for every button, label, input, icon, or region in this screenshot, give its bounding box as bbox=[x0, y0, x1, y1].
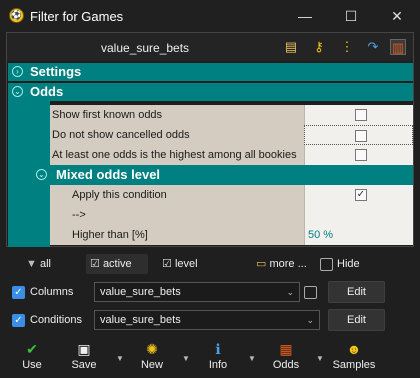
info-dropdown-arrow[interactable]: ▼ bbox=[248, 354, 256, 363]
filter-bar: ▼ all ☑ active ☑ level ▭ more ... Hide bbox=[6, 252, 414, 276]
panel-toolbar: value_sure_bets ▤ ⚷ ⋮ ↷ ▥ bbox=[7, 33, 413, 61]
maximize-button[interactable]: ☐ bbox=[328, 0, 374, 32]
level-icon: ☑ bbox=[162, 258, 172, 270]
conditions-edit-button[interactable]: Edit bbox=[328, 309, 385, 331]
columns-row: ✓ Columns value_sure_bets ⌄ Edit bbox=[6, 280, 414, 306]
columns-select[interactable]: value_sure_bets ⌄ bbox=[94, 282, 300, 302]
tree-icon[interactable]: ⋮ bbox=[339, 39, 355, 55]
apply-condition-checkbox[interactable]: ✓ bbox=[355, 189, 367, 201]
save-dropdown-arrow[interactable]: ▼ bbox=[116, 354, 124, 363]
filter-name: value_sure_bets bbox=[101, 41, 190, 55]
odds-dropdown-arrow[interactable]: ▼ bbox=[316, 354, 324, 363]
conditions-row: ✓ Conditions value_sure_bets ⌄ Edit bbox=[6, 308, 414, 334]
conditions-select[interactable]: value_sure_bets ⌄ bbox=[94, 310, 320, 330]
columns-label: Columns bbox=[30, 286, 74, 298]
option-checkbox[interactable] bbox=[355, 130, 367, 142]
columns-checkbox[interactable]: ✓ bbox=[12, 286, 25, 299]
mixed-row[interactable]: Higher than [%] 50 % bbox=[50, 225, 413, 245]
odds-button[interactable]: ▦ Odds bbox=[262, 340, 310, 376]
category-settings[interactable]: › Settings bbox=[8, 63, 413, 81]
mixed-row[interactable]: Apply this condition ✓ bbox=[50, 185, 413, 205]
collapse-icon[interactable]: ⌄ bbox=[12, 86, 23, 97]
minimize-button[interactable]: — bbox=[282, 0, 328, 32]
higher-than-value[interactable]: 50 % bbox=[305, 229, 333, 241]
folder-icon[interactable]: ▤ bbox=[283, 39, 299, 55]
filter-level[interactable]: ☑ level bbox=[162, 254, 222, 274]
expand-icon[interactable]: › bbox=[12, 66, 23, 77]
settings-tree: › Settings ⌄ Odds Show first known odds … bbox=[8, 63, 413, 247]
filter-active[interactable]: ☑ active bbox=[86, 254, 148, 274]
mixed-row[interactable]: --> bbox=[50, 205, 413, 225]
samples-button[interactable]: ☻ Samples bbox=[328, 340, 380, 376]
sun-icon: ✺ bbox=[146, 341, 158, 357]
close-button[interactable]: ✕ bbox=[374, 0, 420, 32]
category-odds[interactable]: ⌄ Odds bbox=[8, 83, 413, 101]
more-icon: ▭ bbox=[256, 258, 267, 270]
columns-edit-button[interactable]: Edit bbox=[328, 281, 385, 303]
title-bar: ⚽ Filter for Games — ☐ ✕ bbox=[0, 0, 420, 32]
save-button[interactable]: ▣ Save bbox=[60, 340, 108, 376]
category-mixed-odds-level[interactable]: ⌄ Mixed odds level bbox=[32, 165, 413, 185]
checkmark-icon: ☑ bbox=[90, 258, 100, 270]
filter-more[interactable]: ▭ more ... bbox=[256, 254, 318, 274]
app-icon: ⚽ bbox=[9, 8, 24, 23]
columns-view-icon[interactable]: ▥ bbox=[390, 39, 406, 55]
new-button[interactable]: ✺ New bbox=[128, 340, 176, 376]
filter-panel: value_sure_bets ▤ ⚷ ⋮ ↷ ▥ › Settings ⌄ O… bbox=[6, 32, 414, 247]
hide-label: Hide bbox=[337, 258, 360, 270]
window-title: Filter for Games bbox=[30, 9, 124, 24]
use-button[interactable]: ✔ Use bbox=[8, 340, 56, 376]
odds-row[interactable]: At least one odds is the highest among a… bbox=[50, 145, 413, 165]
odds-row[interactable]: Show first known odds bbox=[50, 105, 413, 125]
chevron-down-icon: ⌄ bbox=[306, 315, 314, 325]
info-button[interactable]: ℹ Info bbox=[194, 340, 242, 376]
collapse-icon[interactable]: ⌄ bbox=[36, 169, 47, 180]
samples-icon: ☻ bbox=[346, 341, 362, 357]
bottom-toolbar: ✔ Use ▣ Save ▼ ✺ New ▼ ℹ Info ▼ ▦ Odds ▼… bbox=[6, 340, 414, 376]
conditions-checkbox[interactable]: ✓ bbox=[12, 314, 25, 327]
funnel-icon: ▼ bbox=[26, 258, 37, 270]
odds-icon: ▦ bbox=[279, 341, 293, 357]
info-icon: ℹ bbox=[215, 341, 221, 357]
hide-checkbox[interactable] bbox=[320, 258, 333, 271]
key-icon[interactable]: ⚷ bbox=[311, 39, 327, 55]
refresh-icon[interactable]: ↷ bbox=[365, 39, 381, 55]
check-icon: ✔ bbox=[26, 341, 38, 357]
conditions-label: Conditions bbox=[30, 314, 82, 326]
filter-all[interactable]: ▼ all bbox=[26, 254, 76, 274]
option-checkbox[interactable] bbox=[355, 109, 367, 121]
new-dropdown-arrow[interactable]: ▼ bbox=[182, 354, 190, 363]
odds-row[interactable]: Do not show cancelled odds bbox=[50, 125, 413, 145]
floppy-icon: ▣ bbox=[77, 341, 91, 357]
chevron-down-icon: ⌄ bbox=[286, 287, 294, 297]
columns-extra-checkbox[interactable] bbox=[304, 286, 317, 299]
option-checkbox[interactable] bbox=[355, 149, 367, 161]
